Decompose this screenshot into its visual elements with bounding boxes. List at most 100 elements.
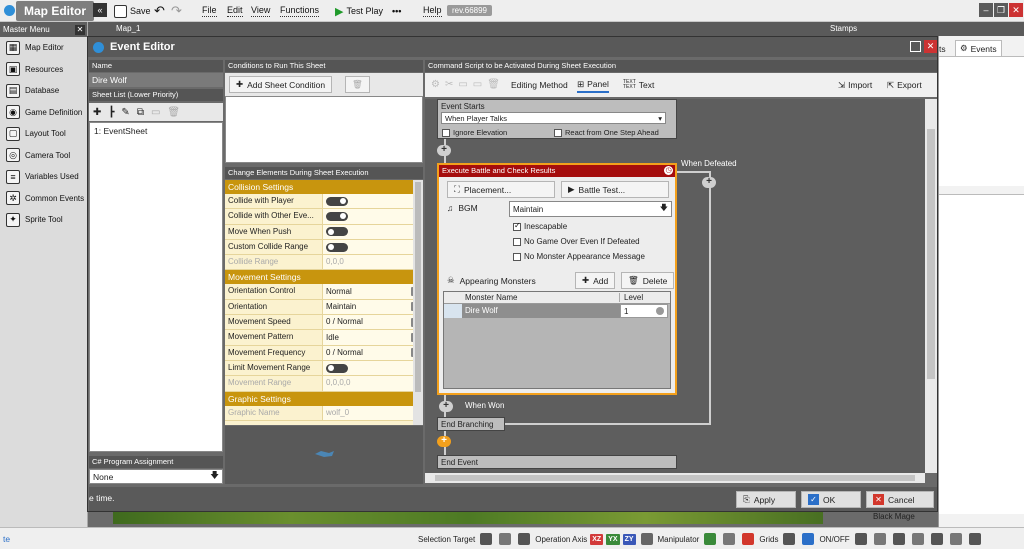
- shadow-icon[interactable]: [911, 533, 924, 545]
- end-event-node[interactable]: End Event: [437, 455, 677, 469]
- property-row[interactable]: Limit Movement Range: [225, 360, 423, 377]
- command-canvas[interactable]: Event Starts When Player Talks ▾ Ignore E…: [425, 99, 937, 473]
- close-icon[interactable]: ✕: [75, 24, 85, 35]
- events-list[interactable]: [939, 56, 1024, 186]
- property-row[interactable]: Movement Speed0 / Normal▾: [225, 315, 423, 331]
- property-row[interactable]: Custom Collide Range: [225, 239, 423, 256]
- toggle-switch[interactable]: [326, 363, 348, 373]
- export-button[interactable]: ⇱ Export: [887, 77, 922, 93]
- insert-command-icon[interactable]: +: [437, 145, 451, 156]
- property-value[interactable]: [323, 239, 423, 255]
- property-category[interactable]: Graphic Settings: [225, 391, 423, 406]
- property-row[interactable]: Movement PatternIdle▾: [225, 330, 423, 346]
- master-item-database[interactable]: ▤ Database: [0, 80, 87, 102]
- menu-file[interactable]: File: [202, 3, 217, 19]
- axis-xz-button[interactable]: XZ: [590, 533, 604, 545]
- menu-help[interactable]: Help: [423, 3, 442, 19]
- dock-tab-partial[interactable]: ts: [939, 44, 946, 54]
- paste-sheet-icon[interactable]: ▭: [151, 107, 160, 118]
- sheet-list[interactable]: 1: EventSheet: [89, 122, 223, 452]
- property-value[interactable]: Normal▾: [323, 284, 423, 299]
- command-hscrollbar[interactable]: [425, 473, 925, 483]
- ignore-elevation-checkbox[interactable]: Ignore Elevation: [442, 128, 507, 138]
- master-item-map-editor[interactable]: ▦ Map Editor: [0, 37, 87, 59]
- camera-icon[interactable]: [873, 533, 886, 545]
- no-game-over-checkbox[interactable]: No Game Over Even If Defeated: [513, 237, 640, 246]
- property-value[interactable]: [323, 360, 423, 376]
- property-row[interactable]: Move When Push: [225, 224, 423, 240]
- scale-icon[interactable]: [742, 533, 755, 545]
- menu-view[interactable]: View: [251, 3, 271, 19]
- redo-icon[interactable]: ↷: [171, 3, 182, 19]
- ok-button[interactable]: ✓ OK: [801, 491, 861, 508]
- property-scrollbar[interactable]: [413, 180, 423, 425]
- insert-command-icon[interactable]: +: [702, 177, 716, 188]
- axis-zy-button[interactable]: ZY: [622, 533, 636, 545]
- property-row[interactable]: OrientationMaintain▾: [225, 299, 423, 316]
- grid-select-icon[interactable]: [480, 533, 493, 545]
- test-play-button[interactable]: ▶ Test Play •••: [335, 3, 401, 19]
- stamps-tab[interactable]: Stamps: [830, 24, 857, 33]
- events-tab[interactable]: ⚙ Events: [955, 40, 1002, 56]
- pointer-icon[interactable]: [640, 533, 653, 545]
- property-row[interactable]: Collide with Other Eve...: [225, 209, 423, 225]
- master-item-layout-tool[interactable]: ▢ Layout Tool: [0, 123, 87, 145]
- import-button[interactable]: ⇲ Import: [838, 77, 872, 93]
- insert-command-icon[interactable]: +: [437, 436, 451, 447]
- insert-command-icon[interactable]: +: [439, 401, 453, 412]
- property-row[interactable]: Collide with Player: [225, 194, 423, 210]
- rotate-icon[interactable]: [723, 533, 736, 545]
- command-scrollbar[interactable]: [925, 99, 937, 473]
- collapse-icon[interactable]: «: [93, 3, 107, 17]
- bgm-select[interactable]: Maintain 🡇: [509, 201, 672, 217]
- sheet-item[interactable]: 1: EventSheet: [90, 123, 222, 139]
- layer-select-icon[interactable]: [499, 533, 512, 545]
- panel-mode-button[interactable]: ⊞ Panel: [577, 77, 609, 93]
- move-icon[interactable]: [704, 533, 717, 545]
- property-value[interactable]: [323, 194, 423, 209]
- map-tab[interactable]: Map_1: [116, 24, 140, 33]
- csharp-select[interactable]: None 🡇: [89, 469, 223, 484]
- view-icon[interactable]: [854, 533, 867, 545]
- undo-icon[interactable]: ↶: [154, 3, 165, 19]
- react-one-step-checkbox[interactable]: React from One Step Ahead: [554, 128, 659, 138]
- fullscreen-icon[interactable]: [968, 533, 981, 545]
- property-value[interactable]: Idle▾: [323, 330, 423, 345]
- battle-node[interactable]: Execute Battle and Check Results ◷ ⛶ Place…: [437, 163, 677, 395]
- placement-button[interactable]: ⛶ Placement...: [447, 181, 555, 198]
- maximize-icon[interactable]: [910, 41, 921, 52]
- no-monster-message-checkbox[interactable]: No Monster Appearance Message: [513, 252, 645, 261]
- event-starts-node[interactable]: Event Starts When Player Talks ▾ Ignore E…: [437, 99, 677, 139]
- delete-sheet-icon[interactable]: 🗑: [167, 107, 180, 118]
- save-button[interactable]: Save: [114, 3, 151, 19]
- apply-button[interactable]: ⎘ Apply: [736, 491, 796, 508]
- property-value[interactable]: 0 / Normal▾: [323, 345, 423, 360]
- master-item-camera-tool[interactable]: ◎ Camera Tool: [0, 145, 87, 167]
- minimize-icon[interactable]: –: [979, 3, 993, 17]
- add-monster-button[interactable]: ✚ Add: [575, 272, 616, 289]
- close-icon[interactable]: ✕: [1009, 3, 1023, 17]
- menu-edit[interactable]: Edit: [227, 3, 243, 19]
- add-sheet-icon[interactable]: ✚: [93, 107, 101, 118]
- edit-actions-icon[interactable]: ⚙✂▭▭🗑: [431, 79, 505, 90]
- property-value[interactable]: Maintain▾: [323, 299, 423, 315]
- text-mode-button[interactable]: TEXT TEXT Text: [623, 77, 654, 93]
- toggle-switch[interactable]: [326, 211, 348, 221]
- copy-sheet-icon[interactable]: ⧉: [137, 107, 144, 118]
- inescapable-checkbox[interactable]: Inescapable: [513, 221, 567, 231]
- conditions-list[interactable]: [225, 96, 423, 163]
- menu-functions[interactable]: Functions: [280, 3, 320, 19]
- property-category[interactable]: Movement Settings: [225, 270, 423, 285]
- object-select-icon[interactable]: [518, 533, 531, 545]
- toggle-switch[interactable]: [326, 242, 348, 252]
- more-icon[interactable]: •••: [392, 6, 401, 16]
- add-sheet-condition-button[interactable]: ✚ Add Sheet Condition: [229, 76, 333, 93]
- delete-monster-button[interactable]: 🗑 Delete: [621, 272, 675, 289]
- toggle-switch[interactable]: [326, 227, 348, 237]
- toggle-switch[interactable]: [326, 196, 348, 206]
- event-name-field[interactable]: Dire Wolf: [89, 73, 223, 87]
- property-value[interactable]: [323, 224, 423, 239]
- delete-condition-button[interactable]: 🗑: [345, 76, 370, 93]
- master-item-resources[interactable]: ▣ Resources: [0, 59, 87, 81]
- master-item-sprite-tool[interactable]: ✦ Sprite Tool: [0, 209, 87, 231]
